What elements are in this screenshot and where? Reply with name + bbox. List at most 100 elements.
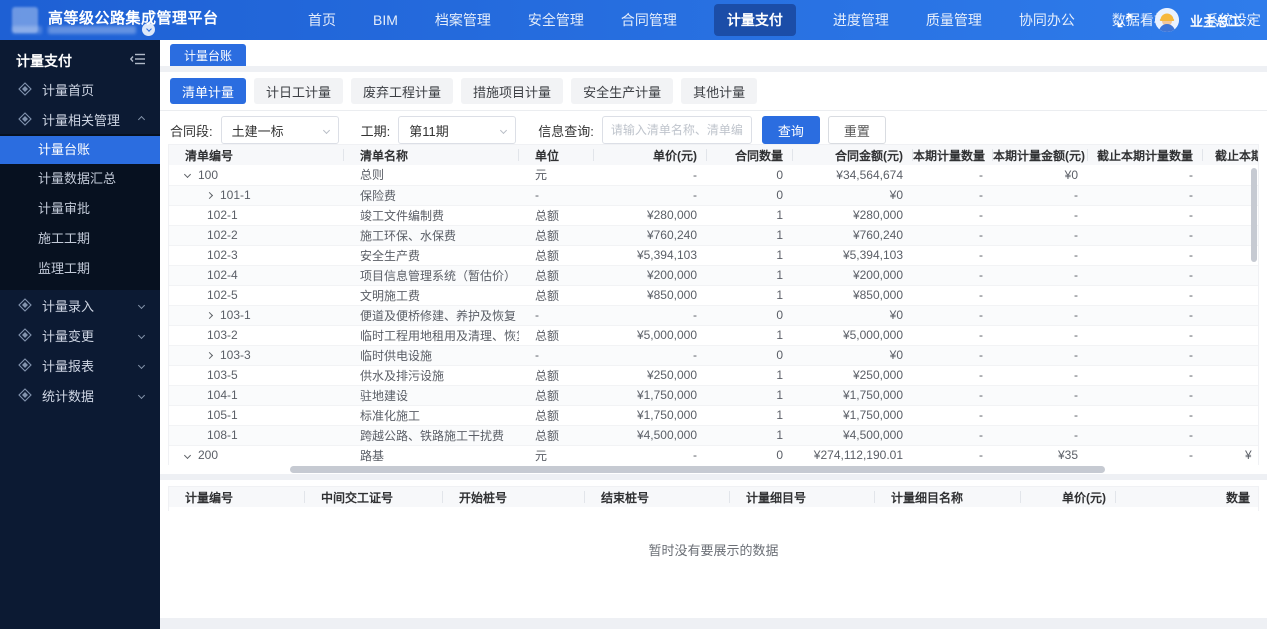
cell-unit: 总额 (519, 225, 594, 246)
table-row[interactable]: 100 总则元 -0 ¥34,564,674- ¥0- (169, 165, 1258, 186)
cell-cum_qty: - (1088, 365, 1203, 386)
cell-price: ¥250,000 (594, 365, 707, 386)
table-row[interactable]: 102-3 安全生产费 总额 ¥5,394,103 1 ¥5,394,103- - - (169, 245, 1258, 266)
expand-open-icon[interactable] (183, 451, 192, 459)
tab-清单计量[interactable]: 清单计量 (170, 78, 247, 104)
column-header: 本期计量金额(元) (993, 145, 1088, 165)
period-select[interactable]: 第11期 (398, 116, 517, 144)
tab-安全生产计量[interactable]: 安全生产计量 (571, 78, 674, 104)
nav-item-BIM[interactable]: BIM (373, 12, 398, 28)
expand-closed-icon[interactable] (205, 311, 214, 319)
horizontal-scrollbar[interactable] (290, 466, 1105, 473)
sidebar-item-监理工期[interactable]: 监理工期 (0, 254, 160, 284)
fullscreen-icon[interactable] (1117, 13, 1132, 28)
table-row[interactable]: 103-1 便道及便桥修建、养护及恢复 - -0 ¥0- - - (169, 305, 1258, 326)
reset-button[interactable]: 重置 (827, 116, 886, 144)
cell-name: 竣工文件编制费 (344, 205, 519, 226)
user-menu[interactable]: 业主总工 (1190, 11, 1255, 30)
cell-price: - (594, 185, 707, 206)
chevron-down-icon (137, 331, 146, 339)
row-code: 104-1 (207, 388, 238, 402)
table-row[interactable]: 104-1 驻地建设 总额 ¥1,750,000 1 ¥1,750,000- - - (169, 385, 1258, 406)
table-row[interactable]: 102-4 项目信息管理系统（暂估价） 总额 ¥200,000 1 ¥200,000- - - (169, 265, 1258, 286)
cell-name: 供水及排污设施 (344, 365, 519, 386)
sidebar-item-统计数据[interactable]: 统计数据 (0, 380, 160, 410)
table-row[interactable]: 105-1 标准化施工 总额 ¥1,750,000 1 ¥1,750,000- - - (169, 405, 1258, 426)
sidebar-item-计量相关管理[interactable]: 计量相关管理 (0, 104, 160, 134)
sidebar-item-计量审批[interactable]: 计量审批 (0, 194, 160, 224)
table-row[interactable]: 108-1 跨越公路、铁路施工干扰费 总额 ¥4,500,000 1 ¥4,500,000… (169, 425, 1258, 446)
nav-item-安全管理[interactable]: 安全管理 (528, 10, 584, 30)
table-row[interactable]: 103-3 临时供电设施 - -0 ¥0- - - (169, 345, 1258, 366)
contract-label: 合同段: (170, 123, 213, 139)
sidebar-item-计量报表[interactable]: 计量报表 (0, 350, 160, 380)
subtitle-dropdown-icon[interactable] (142, 23, 155, 36)
column-header: 单价(元) (1021, 487, 1116, 507)
app-title: 高等级公路集成管理平台 (48, 10, 219, 27)
nav-item-首页[interactable]: 首页 (308, 10, 336, 30)
tab-计日工计量[interactable]: 计日工计量 (254, 78, 344, 104)
cell-cur_amt: - (993, 385, 1088, 406)
cell-cur_qty: - (913, 225, 993, 246)
table-row[interactable]: 102-5 文明施工费 总额 ¥850,000 1 ¥850,000- - - (169, 285, 1258, 306)
tab-其他计量[interactable]: 其他计量 (681, 78, 758, 104)
table-row[interactable]: 103-2临时工程用地租用及清理、恢复与还...总额¥5,000,0001¥5,… (169, 325, 1258, 346)
sidebar-collapse-icon[interactable] (129, 52, 146, 71)
cell-qty: 1 (707, 285, 793, 306)
column-header: 数量 (1116, 487, 1258, 507)
expand-open-icon[interactable] (183, 171, 192, 179)
row-code: 200 (198, 448, 219, 462)
cell-price: ¥4,500,000 (594, 425, 707, 446)
row-code: 102-2 (207, 228, 238, 242)
cell-unit: 总额 (519, 285, 594, 306)
nav-item-计量支付[interactable]: 计量支付 (713, 4, 796, 36)
expand-closed-icon[interactable] (205, 191, 214, 199)
sidebar-item-计量首页[interactable]: 计量首页 (0, 74, 160, 104)
cell-code: 102-5 (169, 285, 344, 306)
period-label: 工期: (360, 123, 391, 139)
cell-price: - (594, 345, 707, 366)
sidebar-item-计量变更[interactable]: 计量变更 (0, 320, 160, 350)
nav-item-质量管理[interactable]: 质量管理 (926, 10, 982, 30)
tree-cell: 105-1 (185, 408, 334, 422)
sidebar-item-施工工期[interactable]: 施工工期 (0, 224, 160, 254)
cell-name: 项目信息管理系统（暂估价） (344, 265, 519, 286)
table-row[interactable]: 102-1 竣工文件编制费 总额 ¥280,000 1 ¥280,000- - - (169, 205, 1258, 226)
cell-code: 105-1 (169, 405, 344, 426)
user-avatar[interactable] (1154, 8, 1179, 32)
cell-amount: ¥0 (793, 345, 913, 366)
nav-item-档案管理[interactable]: 档案管理 (435, 10, 491, 30)
cell-price: - (594, 165, 707, 186)
cell-cur_amt: - (993, 285, 1088, 306)
cell-qty: 0 (707, 445, 793, 465)
cell-cur_qty: - (913, 165, 993, 186)
query-button[interactable]: 查询 (761, 116, 820, 144)
tree-cell: 102-4 (185, 268, 334, 282)
nav-item-合同管理[interactable]: 合同管理 (621, 10, 677, 30)
contract-select[interactable]: 土建一标 (220, 116, 339, 144)
nav-item-协同办公[interactable]: 协同办公 (1019, 10, 1075, 30)
search-input[interactable] (601, 116, 752, 144)
cell-cum_amt (1203, 365, 1258, 386)
sidebar-item-计量数据汇总[interactable]: 计量数据汇总 (0, 164, 160, 194)
table-row[interactable]: 200 路基元 -0 ¥274,112,190.01- ¥35- ¥ (169, 445, 1258, 465)
table-row[interactable]: 101-1 保险费 - -0 ¥0- - - (169, 185, 1258, 206)
sidebar-item-计量台账[interactable]: 计量台账 (0, 136, 160, 164)
sidebar-item-计量录入[interactable]: 计量录入 (0, 290, 160, 320)
contract-select-value: 土建一标 (231, 123, 284, 139)
cell-price: - (594, 305, 707, 326)
tree-cell: 200 (183, 448, 334, 462)
tab-措施项目计量[interactable]: 措施项目计量 (461, 78, 564, 104)
cell-unit: 总额 (519, 385, 594, 406)
table-row[interactable]: 102-2 施工环保、水保费 总额 ¥760,240 1 ¥760,240- - - (169, 225, 1258, 246)
cell-qty: 1 (707, 365, 793, 386)
cell-name: 文明施工费 (344, 285, 519, 306)
cell-amount: ¥5,000,000 (793, 325, 913, 346)
table-row[interactable]: 103-5 供水及排污设施 总额 ¥250,000 1 ¥250,000- - - (169, 365, 1258, 386)
nav-item-进度管理[interactable]: 进度管理 (833, 10, 889, 30)
expand-closed-icon[interactable] (205, 351, 214, 359)
page-tab-ledger[interactable]: 计量台账 (170, 44, 247, 66)
vertical-scrollbar[interactable] (1251, 168, 1257, 262)
tab-废弃工程计量[interactable]: 废弃工程计量 (351, 78, 454, 104)
cell-amount: ¥850,000 (793, 285, 913, 306)
